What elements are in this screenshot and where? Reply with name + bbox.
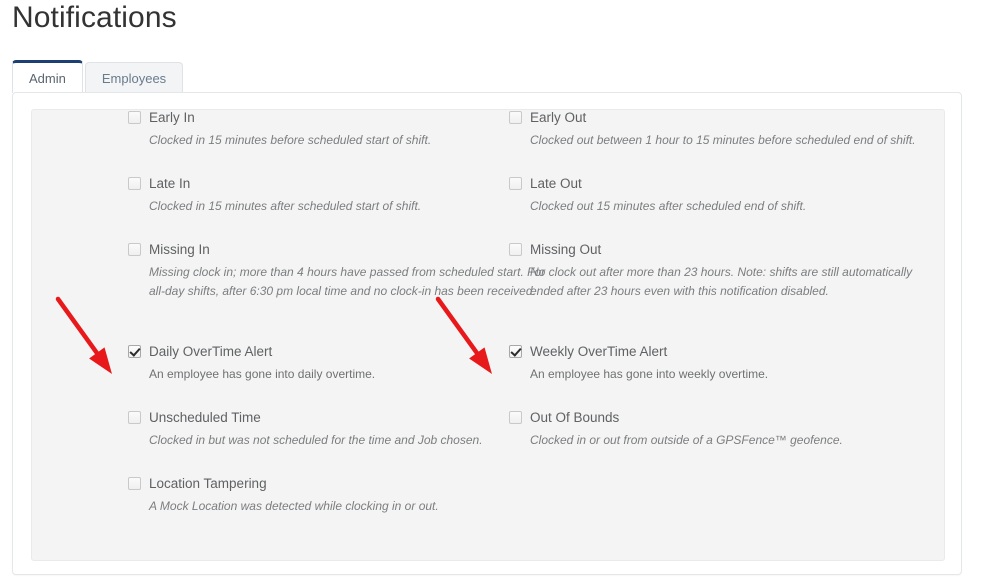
option-row-daily-overtime-alert: Daily OverTime Alert An employee has gone… xyxy=(128,344,375,384)
checkbox-late-in[interactable] xyxy=(128,177,141,190)
checkbox-daily-overtime-alert[interactable] xyxy=(128,345,141,358)
checkbox-early-in[interactable] xyxy=(128,111,141,124)
option-description: Clocked in 15 minutes before scheduled s… xyxy=(149,133,432,147)
option-label: Out Of Bounds xyxy=(530,410,620,425)
tab-admin[interactable]: Admin xyxy=(12,60,83,93)
checkbox-unscheduled-time[interactable] xyxy=(128,411,141,424)
option-header: Location Tampering xyxy=(128,476,439,493)
option-row-early-out: Early Out Clocked out between 1 hour to 1… xyxy=(509,110,916,150)
checkbox-late-out[interactable] xyxy=(509,177,522,190)
option-description: An employee has gone into daily overtime… xyxy=(149,367,376,381)
option-description: Missing clock in; more than 4 hours have… xyxy=(149,265,546,298)
option-description: Clocked in but was not scheduled for the… xyxy=(149,433,483,447)
option-row-missing-out: Missing Out No clock out after more than … xyxy=(509,242,929,301)
option-header: Missing Out xyxy=(509,242,929,259)
option-header: Missing In xyxy=(128,242,548,259)
option-label: Late In xyxy=(149,176,191,191)
tab-employees-label: Employees xyxy=(101,70,167,86)
page-title: Notifications xyxy=(12,1,177,34)
option-label: Missing In xyxy=(149,242,210,257)
checkbox-missing-in[interactable] xyxy=(128,243,141,256)
option-description: No clock out after more than 23 hours. N… xyxy=(530,265,913,298)
option-description: An employee has gone into weekly overtim… xyxy=(530,367,769,381)
tab-admin-label: Admin xyxy=(29,70,66,86)
checkbox-weekly-overtime-alert[interactable] xyxy=(509,345,522,358)
checkbox-location-tampering[interactable] xyxy=(128,477,141,490)
option-label: Missing Out xyxy=(530,242,602,257)
option-label: Daily OverTime Alert xyxy=(149,344,273,359)
option-row-late-in: Late In Clocked in 15 minutes after sched… xyxy=(128,176,421,216)
option-row-late-out: Late Out Clocked out 15 minutes after sch… xyxy=(509,176,806,216)
option-label: Location Tampering xyxy=(149,476,267,491)
option-description: Clocked in or out from outside of a GPSF… xyxy=(530,433,843,447)
checkbox-missing-out[interactable] xyxy=(509,243,522,256)
checkbox-early-out[interactable] xyxy=(509,111,522,124)
checkbox-out-of-bounds[interactable] xyxy=(509,411,522,424)
option-label: Late Out xyxy=(530,176,582,191)
option-row-missing-in: Missing In Missing clock in; more than 4 … xyxy=(128,242,548,301)
option-label: Unscheduled Time xyxy=(149,410,261,425)
option-header: Unscheduled Time xyxy=(128,410,483,427)
option-label: Weekly OverTime Alert xyxy=(530,344,668,359)
option-header: Late Out xyxy=(509,176,806,193)
option-row-unscheduled-time: Unscheduled Time Clocked in but was not s… xyxy=(128,410,483,450)
option-row-out-of-bounds: Out Of Bounds Clocked in or out from outs… xyxy=(509,410,843,450)
option-row-early-in: Early In Clocked in 15 minutes before sch… xyxy=(128,110,431,150)
option-header: Early In xyxy=(128,110,431,127)
option-header: Early Out xyxy=(509,110,916,127)
option-row-weekly-overtime-alert: Weekly OverTime Alert An employee has gon… xyxy=(509,344,768,384)
tab-employees[interactable]: Employees xyxy=(84,62,184,93)
notifications-well: Early In Clocked in 15 minutes before sch… xyxy=(31,109,945,561)
option-header: Out Of Bounds xyxy=(509,410,843,427)
option-label: Early Out xyxy=(530,110,587,125)
option-header: Daily OverTime Alert xyxy=(128,344,375,361)
option-label: Early In xyxy=(149,110,195,125)
option-header: Weekly OverTime Alert xyxy=(509,344,768,361)
option-row-location-tampering: Location Tampering A Mock Location was de… xyxy=(128,476,439,516)
option-description: Clocked in 15 minutes after scheduled st… xyxy=(149,199,422,213)
option-description: Clocked out between 1 hour to 15 minutes… xyxy=(530,133,916,147)
option-description: Clocked out 15 minutes after scheduled e… xyxy=(530,199,807,213)
notifications-panel: Early In Clocked in 15 minutes before sch… xyxy=(12,92,962,575)
tab-bar: Admin Employees xyxy=(12,60,185,93)
option-header: Late In xyxy=(128,176,421,193)
option-description: A Mock Location was detected while clock… xyxy=(149,499,439,513)
